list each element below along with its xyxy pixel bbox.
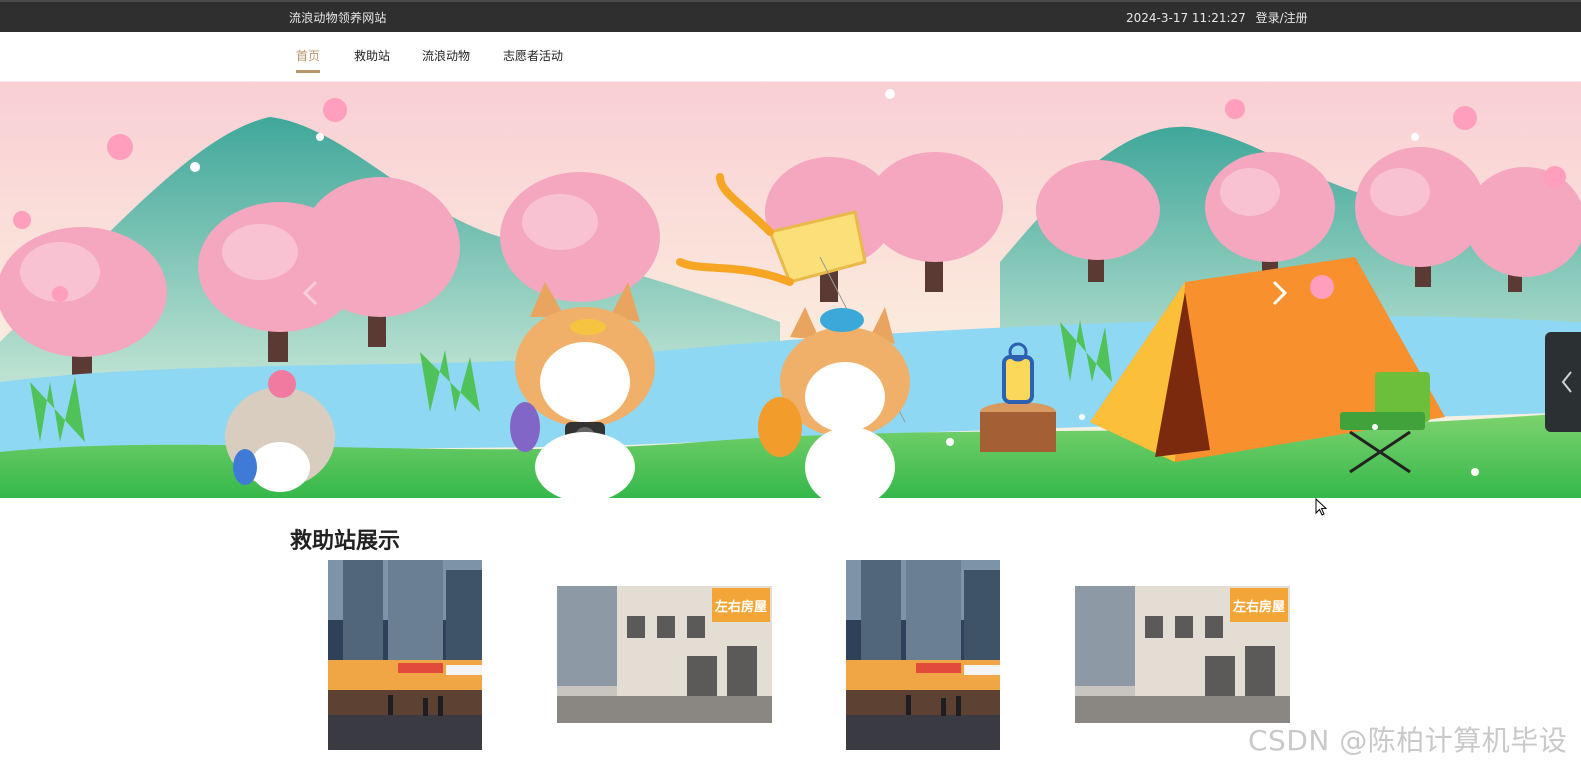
chevron-right-icon[interactable] — [1264, 278, 1294, 308]
banner-carousel[interactable] — [0, 82, 1581, 498]
street-shopfront-image: 左右房屋 — [1075, 586, 1290, 723]
csdn-watermark: CSDN @陈柏计算机毕设 — [1248, 724, 1568, 757]
top-bar: 流浪动物领养网站 2024-3-17 11:21:27 登录/注册 — [0, 0, 1581, 32]
chevron-left-icon — [1561, 371, 1572, 393]
nav-item-stray-animals[interactable]: 流浪动物 — [422, 47, 470, 71]
nav-item-rescue-station[interactable]: 救助站 — [354, 47, 390, 71]
banner-illustration — [0, 82, 1581, 498]
shop-sign-text: 左右房屋 — [715, 599, 767, 615]
nav-item-home[interactable]: 首页 — [296, 47, 321, 73]
current-datetime: 2024-3-17 11:21:27 — [1126, 11, 1246, 25]
rescue-station-card[interactable] — [328, 560, 482, 750]
chevron-left-icon[interactable] — [296, 278, 326, 308]
site-title: 流浪动物领养网站 — [289, 11, 387, 25]
login-register-link[interactable]: 登录/注册 — [1256, 11, 1308, 25]
street-shopfront-image: 左右房屋 — [557, 586, 772, 723]
rescue-station-card[interactable]: 左右房屋 — [557, 586, 772, 723]
street-night-shops-image — [846, 560, 1000, 750]
rescue-station-card[interactable] — [846, 560, 1000, 750]
shop-sign-text: 左右房屋 — [1233, 599, 1285, 615]
nav-item-volunteer-activities[interactable]: 志愿者活动 — [503, 47, 563, 71]
rescue-section-title: 救助站展示 — [290, 529, 401, 554]
rescue-station-card[interactable]: 左右房屋 — [1075, 586, 1290, 723]
mouse-cursor-icon — [1315, 498, 1328, 516]
street-night-shops-image — [328, 560, 482, 750]
main-nav: 首页 救助站 流浪动物 志愿者活动 — [0, 32, 1581, 82]
side-panel-toggle[interactable] — [1545, 332, 1581, 432]
top-right-area: 2024-3-17 11:21:27 登录/注册 — [1126, 9, 1308, 26]
